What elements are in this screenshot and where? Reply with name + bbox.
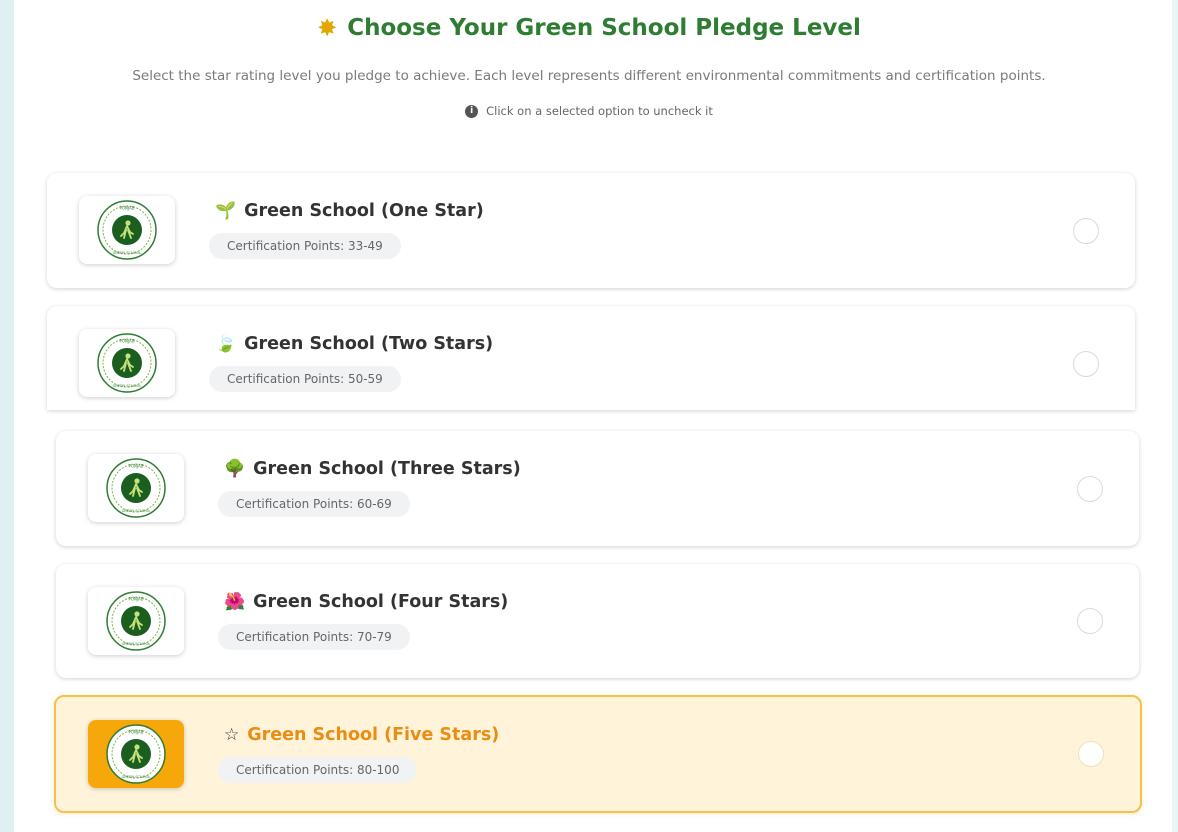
certification-points: Certification Points: 33-49 <box>209 233 401 259</box>
green-school-badge-icon: PUNJAB GREEN SCHOOL <box>97 333 157 393</box>
radio-button[interactable] <box>1073 217 1099 244</box>
hint-text: Click on a selected option to uncheck it <box>486 104 713 118</box>
leaf-icon: 🍃 <box>215 334 237 354</box>
svg-text:GREEN SCHOOL: GREEN SCHOOL <box>122 509 151 513</box>
option-title: 🌳 Green School (Three Stars) <box>224 459 521 479</box>
school-badge: PUNJAB GREEN SCHOOL <box>88 587 184 655</box>
radio-button[interactable] <box>1077 475 1103 502</box>
page-subtitle: Select the star rating level you pledge … <box>132 68 1046 84</box>
certification-points: Certification Points: 80-100 <box>218 757 418 783</box>
radio-button[interactable] <box>1077 608 1103 634</box>
radio-button[interactable] <box>1078 741 1104 767</box>
pledge-option-one-star[interactable]: PUNJAB GREEN SCHOOL 🌱 Green School (One S… <box>47 173 1135 288</box>
flower-icon: 🌺 <box>224 592 246 612</box>
option-title: 🍃 Green School (Two Stars) <box>215 334 493 354</box>
pledge-option-five-stars[interactable]: PUNJAB GREEN SCHOOL ☆ Green School (Five … <box>54 695 1142 813</box>
seedling-icon: 🌱 <box>215 201 237 221</box>
right-frame-border <box>1172 0 1178 832</box>
pledge-option-four-stars[interactable]: PUNJAB GREEN SCHOOL 🌺 Green School (Four … <box>56 564 1139 678</box>
sparkle-icon: ✸ <box>317 14 338 42</box>
svg-text:PUNJAB: PUNJAB <box>120 339 135 344</box>
star-icon: ☆ <box>224 725 240 745</box>
green-school-badge-icon: PUNJAB GREEN SCHOOL <box>97 200 157 260</box>
info-icon: i <box>465 104 479 118</box>
certification-points: Certification Points: 70-79 <box>218 624 410 650</box>
radio-button[interactable] <box>1073 351 1099 377</box>
svg-text:GREEN SCHOOL: GREEN SCHOOL <box>122 775 151 779</box>
school-badge: PUNJAB GREEN SCHOOL <box>88 720 184 788</box>
option-title: 🌺 Green School (Four Stars) <box>224 592 508 612</box>
tree-icon: 🌳 <box>224 459 246 479</box>
option-title-text: Green School (Five Stars) <box>247 725 500 745</box>
pledge-option-three-stars[interactable]: PUNJAB GREEN SCHOOL 🌳 Green School (Three… <box>56 431 1139 546</box>
uncheck-hint: i Click on a selected option to uncheck … <box>0 104 1178 118</box>
svg-text:GREEN SCHOOL: GREEN SCHOOL <box>122 642 151 646</box>
green-school-badge-icon: PUNJAB GREEN SCHOOL <box>106 724 166 784</box>
school-badge: PUNJAB GREEN SCHOOL <box>79 329 175 397</box>
school-badge: PUNJAB GREEN SCHOOL <box>79 196 175 264</box>
pledge-option-two-stars[interactable]: PUNJAB GREEN SCHOOL 🍃 Green School (Two S… <box>47 306 1135 410</box>
option-title: ☆ Green School (Five Stars) <box>224 725 499 745</box>
svg-text:PUNJAB: PUNJAB <box>129 597 144 602</box>
option-title: 🌱 Green School (One Star) <box>215 201 484 221</box>
green-school-badge-icon: PUNJAB GREEN SCHOOL <box>106 458 166 518</box>
left-frame-border <box>0 0 14 832</box>
svg-text:PUNJAB: PUNJAB <box>129 730 144 735</box>
green-school-badge-icon: PUNJAB GREEN SCHOOL <box>106 591 166 651</box>
svg-text:GREEN SCHOOL: GREEN SCHOOL <box>113 384 142 388</box>
svg-text:PUNJAB: PUNJAB <box>120 206 135 211</box>
svg-text:GREEN SCHOOL: GREEN SCHOOL <box>113 251 142 255</box>
svg-text:PUNJAB: PUNJAB <box>129 464 144 469</box>
option-title-text: Green School (Three Stars) <box>253 459 521 479</box>
school-badge: PUNJAB GREEN SCHOOL <box>88 454 184 522</box>
certification-points: Certification Points: 50-59 <box>209 366 401 392</box>
pledge-header: ✸ Choose Your Green School Pledge Level … <box>0 14 1178 118</box>
page-title-text: Choose Your Green School Pledge Level <box>347 15 861 41</box>
option-title-text: Green School (Two Stars) <box>244 334 494 354</box>
option-title-text: Green School (Four Stars) <box>253 592 509 612</box>
option-title-text: Green School (One Star) <box>244 201 484 221</box>
certification-points: Certification Points: 60-69 <box>218 491 410 517</box>
page-title: ✸ Choose Your Green School Pledge Level <box>317 14 861 42</box>
